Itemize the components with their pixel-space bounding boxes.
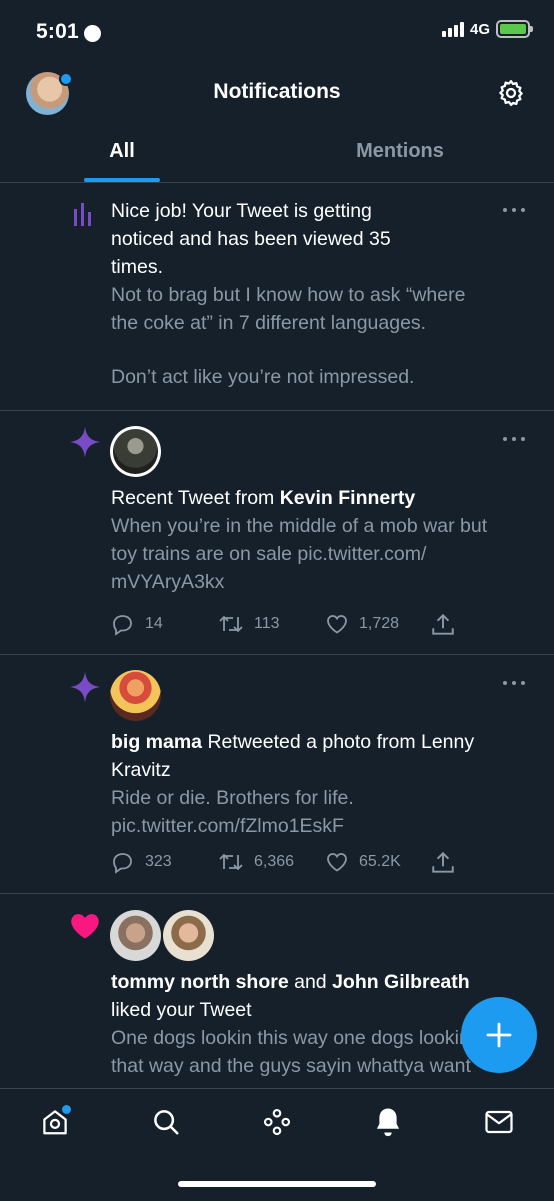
avatar[interactable]	[110, 426, 161, 477]
tweet-text[interactable]: toy trains are on sale pic.twitter.com/	[111, 540, 521, 568]
author-name[interactable]: John Gilbreath	[332, 971, 470, 993]
notification-title: noticed and has been viewed 35	[111, 228, 391, 250]
like-count: 1,728	[359, 615, 400, 632]
notification-connector: and	[288, 971, 333, 993]
search-icon[interactable]	[151, 1107, 181, 1137]
tab-all[interactable]: All	[84, 140, 160, 163]
tweet-actions: 323 6,366 65.2K	[111, 850, 461, 876]
retweet-icon	[219, 615, 243, 633]
retweet-button[interactable]: 113	[218, 612, 280, 636]
retweet-count: 113	[254, 615, 280, 632]
mail-icon[interactable]	[484, 1109, 514, 1135]
bar-chart-icon	[74, 203, 91, 226]
tweet-text: that way and the guys sayin whattya want	[111, 1055, 471, 1077]
heart-icon	[71, 914, 99, 939]
divider	[0, 410, 554, 411]
retweet-icon	[219, 853, 243, 871]
home-indicator	[178, 1181, 376, 1187]
reply-count: 323	[145, 853, 172, 870]
tweet-text: Ride or die. Brothers for life.	[111, 787, 354, 809]
sparkle-icon	[69, 426, 101, 458]
tweet-text: One dogs lookin this way one dogs lookin	[111, 1027, 470, 1049]
retweet-button[interactable]: 6,366	[218, 850, 294, 874]
author-name[interactable]: Kevin Finnerty	[280, 487, 415, 509]
retweet-count: 6,366	[254, 853, 295, 870]
network-label: 4G	[469, 20, 490, 38]
heart-icon	[327, 615, 347, 634]
divider	[0, 893, 554, 894]
tweet-text[interactable]: mVYAryA3kx	[111, 568, 521, 596]
notification-item[interactable]: big mama Retweeted a photo from Lenny Kr…	[111, 728, 521, 840]
gear-icon[interactable]	[496, 78, 526, 108]
more-options-icon[interactable]	[503, 681, 527, 687]
sparkle-icon	[69, 671, 101, 703]
notification-action: Kravitz	[111, 759, 171, 781]
compose-button[interactable]	[461, 997, 537, 1073]
status-indicators: 4G	[441, 20, 533, 38]
author-name[interactable]: tommy north shore	[111, 971, 289, 993]
like-count: 65.2K	[359, 853, 401, 870]
divider	[0, 182, 554, 183]
avatar[interactable]	[110, 910, 161, 961]
spaces-icon[interactable]	[262, 1107, 292, 1137]
share-icon[interactable]	[430, 850, 456, 876]
bell-icon[interactable]	[373, 1106, 403, 1138]
like-button[interactable]: 65.2K	[325, 850, 401, 874]
divider	[0, 654, 554, 655]
reply-button[interactable]: 323	[111, 850, 172, 874]
avatar[interactable]	[163, 910, 214, 961]
notification-item[interactable]: tommy north shore and John Gilbreath lik…	[111, 968, 521, 1086]
home-notification-dot	[60, 1103, 73, 1116]
battery-icon	[496, 20, 533, 38]
signal-icon	[441, 21, 464, 37]
reply-button[interactable]: 14	[111, 612, 163, 636]
tweet-text[interactable]: pic.twitter.com/fZlmo1EskF	[111, 812, 521, 840]
notification-item[interactable]: Nice job! Your Tweet is getting noticed …	[111, 197, 521, 391]
tweet-text: Don’t act like you’re not impressed.	[111, 366, 415, 388]
notification-item[interactable]: Recent Tweet from Kevin Finnerty When yo…	[111, 484, 521, 596]
smiley-status-icon	[84, 25, 101, 42]
notification-action: liked your Tweet	[111, 999, 252, 1021]
notification-title: times.	[111, 256, 164, 278]
tweet-text: Not to brag but I know how to ask “where	[111, 284, 466, 306]
share-icon[interactable]	[430, 612, 456, 638]
tweet-text: the coke at” in 7 different languages.	[111, 312, 427, 334]
reply-icon	[113, 853, 132, 874]
more-options-icon[interactable]	[503, 437, 527, 443]
avatar[interactable]	[110, 670, 161, 721]
heart-icon	[327, 853, 347, 872]
plus-icon	[486, 1022, 512, 1048]
notification-action: Retweeted a photo from Lenny	[202, 731, 475, 753]
tweet-text: When you’re in the middle of a mob war b…	[111, 515, 488, 537]
notification-prefix: Recent Tweet from	[111, 487, 280, 509]
author-name[interactable]: big mama	[111, 731, 202, 753]
page-title: Notifications	[213, 80, 341, 103]
reply-count: 14	[145, 615, 163, 632]
notification-title: Nice job! Your Tweet is getting	[111, 200, 372, 222]
status-time: 5:01	[36, 20, 79, 43]
like-button[interactable]: 1,728	[325, 612, 399, 636]
reply-icon	[113, 615, 132, 636]
tab-mentions[interactable]: Mentions	[300, 140, 500, 163]
tweet-actions: 14 113 1,728	[111, 612, 461, 638]
